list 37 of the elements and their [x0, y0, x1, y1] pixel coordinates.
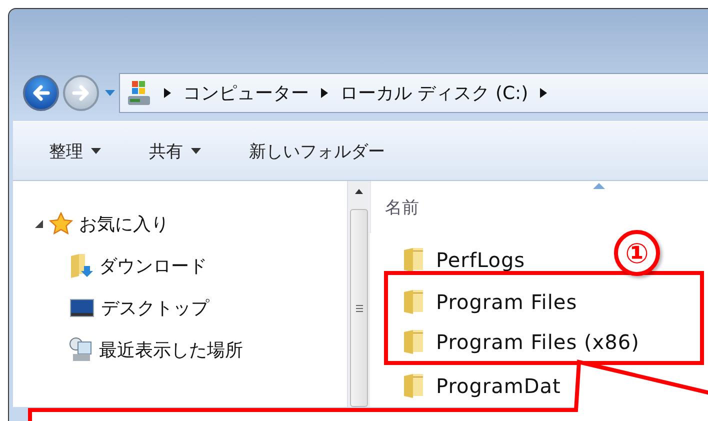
back-arrow-icon [30, 82, 52, 104]
folder-name[interactable]: ProgramDat [436, 374, 561, 398]
toolbar-button[interactable]: 整理 [43, 136, 107, 166]
sidebar-item[interactable]: 最近表示した場所 [99, 338, 243, 362]
folder-icon [402, 373, 426, 399]
chevron-icon[interactable] [164, 88, 171, 98]
caret-icon [191, 148, 201, 154]
folder-name[interactable]: PerfLogs [436, 248, 526, 272]
star-icon [49, 212, 73, 236]
computer-icon [126, 79, 152, 107]
forward-arrow-icon [70, 82, 92, 104]
folder-icon [402, 247, 426, 273]
folder-icon [402, 289, 426, 315]
sidebar-item[interactable]: ダウンロード [99, 254, 207, 278]
sidebar-item[interactable]: デスクトップ [101, 296, 209, 320]
breadcrumb-item[interactable]: コンピューター [183, 81, 309, 105]
address-bar[interactable]: コンピューター ローカル ディスク (C:) [119, 73, 708, 113]
caret-icon [91, 148, 101, 154]
caret-icon[interactable] [105, 90, 115, 96]
scrollbar[interactable] [347, 181, 370, 407]
toolbar-button[interactable]: 共有 [143, 136, 207, 166]
chevron-icon[interactable] [321, 88, 328, 98]
column-header[interactable]: 名前 [385, 196, 419, 218]
forward-button[interactable] [63, 75, 99, 111]
back-button[interactable] [23, 75, 59, 111]
download-folder-icon [69, 253, 93, 279]
breadcrumb-item[interactable]: ローカル ディスク (C:) [340, 81, 528, 105]
chevron-icon[interactable] [540, 88, 548, 98]
sidebar-item[interactable]: お気に入り [79, 212, 169, 236]
folder-icon [402, 329, 426, 355]
sort-ascending-icon [593, 183, 605, 189]
toolbar-button[interactable]: 新しいフォルダー [243, 136, 391, 166]
desktop-icon [69, 297, 95, 319]
scroll-up-arrow-icon[interactable] [355, 188, 363, 194]
step-number-badge: ① [614, 230, 660, 276]
recent-places-icon [69, 337, 93, 363]
expand-arrow-icon[interactable] [35, 220, 43, 228]
